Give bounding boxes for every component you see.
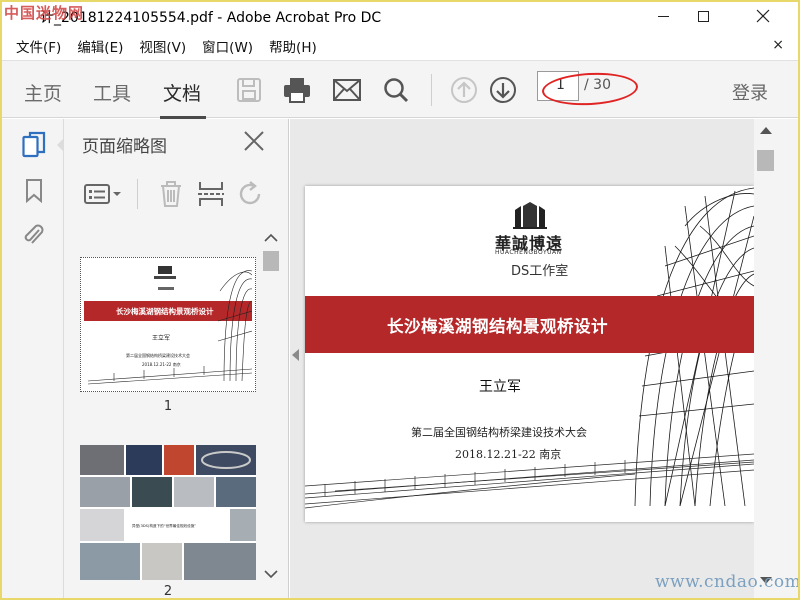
studio-name: DS工作室 (511, 264, 569, 279)
search-icon[interactable] (380, 74, 412, 106)
brand-name-english: HUACHENGBOYUAN (495, 249, 562, 256)
thumbnail-scrollbar-thumb[interactable] (263, 251, 279, 271)
thumbnail-options-icon[interactable] (82, 179, 124, 209)
email-icon[interactable] (331, 74, 363, 106)
menu-view[interactable]: 视图(V) (131, 36, 194, 56)
svg-text:第二届全国钢结构桥梁建设技术大会: 第二届全国钢结构桥梁建设技术大会 (126, 352, 190, 358)
previous-page-arrow-icon[interactable] (292, 349, 299, 361)
thumbnail-label-2: 2 (163, 584, 173, 599)
document-scrollbar[interactable] (754, 119, 800, 600)
page-down-icon[interactable] (487, 74, 519, 106)
menu-bar: 文件(F) 编辑(E) 视图(V) 窗口(W) 帮助(H) × (0, 34, 800, 58)
thumbnail-2-preview: 异型(3DS)构造下的“世界最佳规划设施” (80, 445, 256, 580)
rotate-page-icon[interactable] (236, 179, 266, 209)
maximize-icon (697, 10, 709, 22)
slide-conference: 第二届全国钢结构桥梁建设技术大会 (411, 426, 587, 439)
brand-logo-icon (513, 202, 547, 229)
panel-close-button[interactable] (241, 127, 267, 155)
menu-help[interactable]: 帮助(H) (261, 36, 325, 56)
thumbnail-1-preview: 长沙梅溪湖钢结构景观桥设计 王立军 第二届全国钢结构桥梁建设技术大会 2018.… (84, 261, 253, 388)
panel-title: 页面缩略图 (82, 137, 167, 157)
svg-text:王立军: 王立军 (152, 334, 170, 342)
slide-author: 王立军 (479, 379, 521, 395)
main-toolbar: 主页 工具 文档 登录 (0, 60, 800, 119)
menu-window[interactable]: 窗口(W) (194, 36, 261, 56)
menu-edit[interactable]: 编辑(E) (69, 36, 131, 56)
svg-text:2018.12.21-22 南京: 2018.12.21-22 南京 (142, 361, 181, 367)
panel-toolbar-separator (137, 179, 138, 209)
close-document-button[interactable]: × (772, 37, 784, 53)
tab-tools[interactable]: 工具 (93, 79, 131, 106)
save-icon[interactable] (233, 74, 265, 106)
maximize-button[interactable] (680, 0, 726, 32)
window-title: 计_20181224105554.pdf - Adobe Acrobat Pro… (40, 10, 382, 26)
print-icon[interactable] (281, 74, 313, 106)
left-navigation-rail (0, 119, 64, 600)
close-icon (244, 131, 264, 151)
minimize-icon (657, 15, 669, 17)
attachment-icon[interactable] (20, 221, 48, 249)
bookmark-icon[interactable] (20, 177, 48, 205)
thumbnail-label-1: 1 (163, 399, 173, 414)
extract-page-icon[interactable] (196, 179, 226, 209)
title-bar[interactable]: 中国迷物网 计_20181224105554.pdf - Adobe Acrob… (0, 0, 800, 32)
tab-document[interactable]: 文档 (163, 79, 201, 106)
scroll-up-icon[interactable] (760, 127, 772, 134)
watermark-top: 中国迷物网 (4, 4, 85, 22)
slide-title: 长沙梅溪湖钢结构景观桥设计 (387, 317, 608, 336)
page-up-icon[interactable] (448, 74, 480, 106)
document-scrollbar-thumb[interactable] (757, 150, 774, 171)
close-icon (756, 9, 770, 23)
tab-home[interactable]: 主页 (24, 79, 62, 106)
menu-file[interactable]: 文件(F) (0, 36, 69, 56)
close-window-button[interactable] (740, 0, 786, 32)
watermark-bottom: www.cndao.com (655, 572, 800, 592)
page-thumbnail-1[interactable]: 长沙梅溪湖钢结构景观桥设计 王立军 第二届全国钢结构桥梁建设技术大会 2018.… (80, 257, 256, 392)
thumbnail-scrollbar[interactable] (260, 231, 282, 591)
delete-page-icon[interactable] (156, 179, 186, 209)
login-button[interactable]: 登录 (732, 79, 768, 105)
page-thumbnail-2[interactable]: 异型(3DS)构造下的“世界最佳规划设施” (80, 445, 256, 580)
thumbnail-scrollbar-arrows (264, 233, 278, 579)
page-thumbnails-panel: 页面缩略图 长沙梅溪湖钢结构景观桥设计 王立军 第二届全国钢结构桥梁建设技术大会 (64, 119, 289, 600)
document-page: 華誠博遠 HUACHENGBOYUAN DS工作室 长沙梅溪湖钢结构景观桥设计 … (305, 186, 754, 522)
toolbar-separator (431, 74, 432, 106)
svg-text:长沙梅溪湖钢结构景观桥设计: 长沙梅溪湖钢结构景观桥设计 (116, 306, 214, 316)
thumbnail-toolbar (64, 167, 289, 217)
slide-date: 2018.12.21-22 南京 (455, 448, 562, 461)
thumbnail-2-caption: 异型(3DS)构造下的“世界最佳规划设施” (132, 523, 196, 528)
page-thumbnails-icon[interactable] (20, 131, 48, 159)
